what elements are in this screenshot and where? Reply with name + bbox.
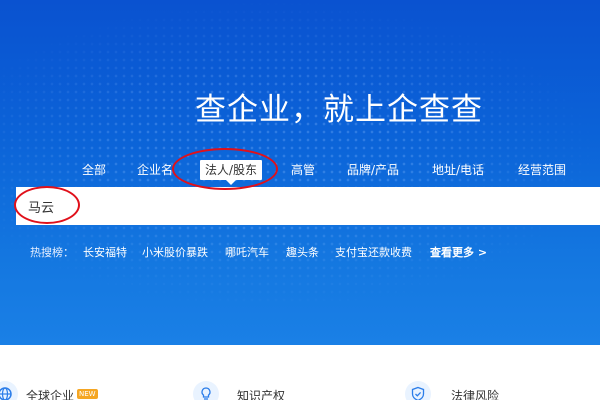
search-type-tabs: 全部 企业名 法人/股东 高管 品牌/产品 地址/电话 经营范围 — [0, 160, 600, 185]
feature-label: 法律风险 — [451, 389, 500, 400]
hot-search-item[interactable]: 趣头条 — [286, 244, 319, 260]
hot-search-item[interactable]: 支付宝还款收费 — [335, 244, 412, 260]
shield-icon — [405, 381, 431, 400]
hot-search-label: 热搜榜： — [30, 246, 74, 259]
tab-brand-product[interactable]: 品牌/产品 — [347, 160, 399, 180]
hot-search-item[interactable]: 哪吒汽车 — [225, 244, 269, 260]
feature-label: 知识产权 — [237, 389, 286, 400]
hot-search-bar: 热搜榜： 长安福特 小米股价暴跌 哪吒汽车 趣头条 支付宝还款收费 查看更多 > — [0, 244, 600, 262]
hot-search-item[interactable]: 长安福特 — [83, 244, 127, 260]
feature-strip: 全球企业 NEW 知识产权 法律风险 — [0, 345, 600, 400]
tab-address-phone[interactable]: 地址/电话 — [432, 160, 484, 180]
tab-business-scope[interactable]: 经营范围 — [518, 160, 566, 180]
search-box — [16, 187, 600, 225]
hot-search-more-link[interactable]: 查看更多 > — [430, 244, 487, 260]
tab-legal-person-shareholder[interactable]: 法人/股东 — [200, 160, 263, 185]
tab-all[interactable]: 全部 — [82, 160, 106, 180]
tab-executive[interactable]: 高管 — [291, 160, 315, 180]
lightbulb-icon — [193, 381, 219, 400]
tab-company-name[interactable]: 企业名 — [137, 160, 173, 180]
search-input[interactable] — [16, 187, 600, 225]
feature-label: 全球企业 — [26, 389, 75, 400]
globe-icon — [0, 381, 18, 400]
slogan: 查企业，就上企查查 — [195, 92, 483, 128]
hot-search-item[interactable]: 小米股价暴跌 — [142, 244, 208, 260]
new-badge: NEW — [77, 389, 98, 399]
hero-banner: 查企业，就上企查查 全部 企业名 法人/股东 高管 品牌/产品 地址/电话 经营… — [0, 0, 600, 345]
